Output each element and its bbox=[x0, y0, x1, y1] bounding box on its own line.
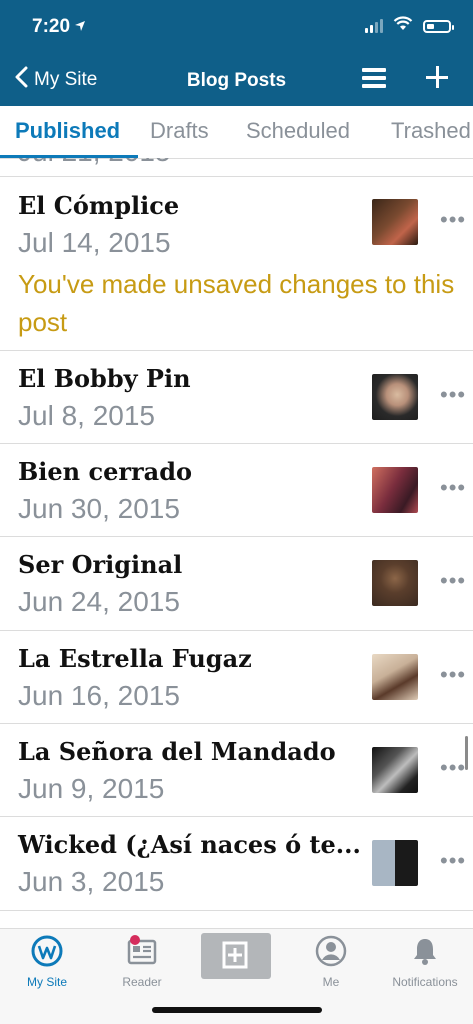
post-thumbnail bbox=[372, 560, 418, 606]
post-thumbnail bbox=[372, 840, 418, 886]
bell-icon bbox=[409, 939, 441, 971]
more-options-icon[interactable]: ••• bbox=[440, 662, 466, 688]
post-title: El Cómplice bbox=[18, 191, 180, 220]
post-date: Jun 24, 2015 bbox=[18, 586, 180, 617]
post-title: El Bobby Pin bbox=[18, 364, 191, 393]
tab-published[interactable]: Published bbox=[15, 118, 120, 144]
unsaved-changes-warning: You've made unsaved changes to this post bbox=[18, 269, 455, 337]
post-thumbnail bbox=[372, 747, 418, 793]
me-icon bbox=[315, 935, 347, 971]
post-thumbnail bbox=[372, 199, 418, 245]
new-post-icon bbox=[201, 933, 271, 983]
tabbar-new-post[interactable] bbox=[189, 933, 283, 984]
more-options-icon[interactable]: ••• bbox=[440, 382, 466, 408]
tab-trashed[interactable]: Trashed bbox=[391, 118, 471, 144]
post-row[interactable]: El Cómplice Jul 14, 2015 You've made uns… bbox=[0, 177, 473, 351]
more-options-icon[interactable]: ••• bbox=[440, 848, 466, 874]
post-date: Jun 9, 2015 bbox=[18, 773, 165, 804]
wordpress-icon bbox=[31, 935, 63, 971]
post-thumbnail bbox=[372, 467, 418, 513]
status-time: 7:20 bbox=[32, 16, 71, 37]
post-status-tabs: Published Drafts Scheduled Trashed bbox=[0, 106, 473, 159]
tabbar-label: Reader bbox=[122, 975, 162, 989]
status-indicators bbox=[365, 16, 454, 36]
tabbar-label: Me bbox=[322, 975, 340, 989]
home-indicator bbox=[152, 1007, 322, 1013]
partial-post-date: Jul 21, 2015 bbox=[18, 158, 171, 168]
post-date: Jun 3, 2015 bbox=[18, 866, 165, 897]
post-title: La Estrella Fugaz bbox=[18, 644, 252, 673]
post-row[interactable]: Wicked (¿Así naces ó te... Jun 3, 2015 •… bbox=[0, 816, 473, 911]
location-icon bbox=[74, 19, 86, 37]
post-row[interactable]: Ser Original Jun 24, 2015 ••• bbox=[0, 536, 473, 631]
tab-drafts[interactable]: Drafts bbox=[150, 118, 209, 144]
more-options-icon[interactable]: ••• bbox=[440, 755, 466, 781]
post-row[interactable]: El Bobby Pin Jul 8, 2015 ••• bbox=[0, 350, 473, 444]
chevron-left-icon bbox=[14, 66, 28, 94]
more-options-icon[interactable]: ••• bbox=[440, 568, 466, 594]
add-post-button[interactable] bbox=[424, 64, 450, 90]
tabbar-my-site[interactable]: My Site bbox=[0, 935, 94, 989]
post-date: Jun 16, 2015 bbox=[18, 680, 180, 711]
tab-scheduled[interactable]: Scheduled bbox=[246, 118, 350, 144]
post-title: Ser Original bbox=[18, 550, 183, 579]
post-row[interactable]: La Señora del Mandado Jun 9, 2015 ••• bbox=[0, 723, 473, 817]
post-date: Jul 14, 2015 bbox=[18, 227, 171, 258]
post-date: Jul 8, 2015 bbox=[18, 400, 155, 431]
more-options-icon[interactable]: ••• bbox=[440, 207, 466, 233]
tabbar-me[interactable]: Me bbox=[284, 935, 378, 989]
list-view-toggle-icon[interactable] bbox=[362, 68, 386, 90]
post-row[interactable]: Bien cerrado Jun 30, 2015 ••• bbox=[0, 443, 473, 537]
tabbar-reader[interactable]: Reader bbox=[95, 935, 189, 989]
more-options-icon[interactable]: ••• bbox=[440, 475, 466, 501]
scroll-indicator bbox=[465, 736, 468, 770]
post-title: Wicked (¿Así naces ó te... bbox=[18, 830, 361, 859]
tabbar-label: Notifications bbox=[392, 975, 458, 989]
post-date: Jun 30, 2015 bbox=[18, 493, 180, 524]
back-button-label: My Site bbox=[34, 69, 98, 90]
post-title: La Señora del Mandado bbox=[18, 737, 336, 766]
post-list: Jul 21, 2015 El Cómplice Jul 14, 2015 Yo… bbox=[0, 158, 473, 928]
post-thumbnail bbox=[372, 374, 418, 420]
app-header: 7:20 My Site Blog Posts bbox=[0, 0, 473, 106]
back-button[interactable]: My Site bbox=[14, 66, 97, 94]
tabbar-notifications[interactable]: Notifications bbox=[378, 935, 472, 989]
post-row[interactable]: La Estrella Fugaz Jun 16, 2015 ••• bbox=[0, 630, 473, 724]
battery-icon bbox=[423, 19, 454, 33]
cellular-signal-icon bbox=[365, 19, 383, 33]
post-thumbnail bbox=[372, 654, 418, 700]
wifi-icon bbox=[393, 16, 413, 36]
reader-icon bbox=[125, 935, 159, 971]
post-title: Bien cerrado bbox=[18, 457, 192, 486]
tabbar-label: My Site bbox=[26, 975, 67, 989]
